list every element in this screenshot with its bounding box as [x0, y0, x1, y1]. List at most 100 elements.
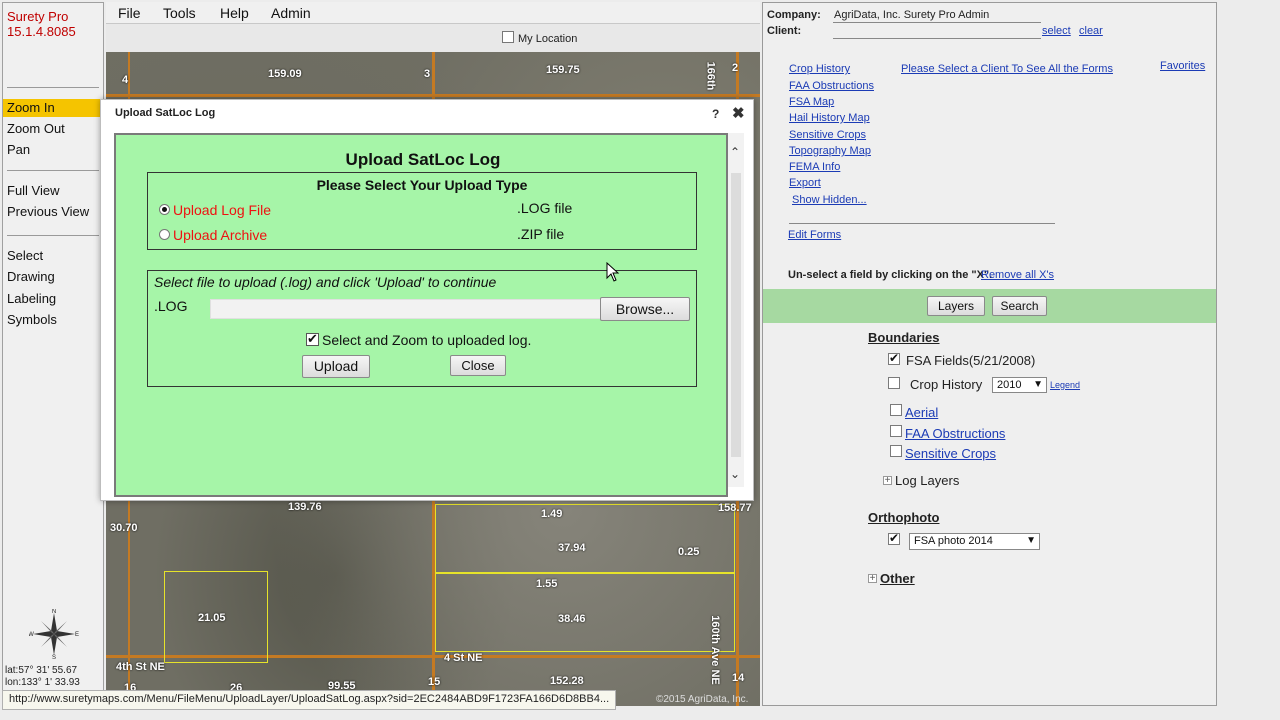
tool-labeling[interactable]: Labeling — [3, 290, 103, 308]
tool-previous-view[interactable]: Previous View — [3, 203, 103, 221]
compass-n: N — [52, 609, 56, 615]
street-label: 166th — [704, 61, 717, 91]
close-button[interactable]: Close — [450, 355, 506, 376]
zip-file-ext: .ZIP file — [517, 226, 565, 242]
crop-history-checkbox[interactable] — [888, 377, 900, 389]
file-path-input[interactable] — [210, 299, 602, 319]
tool-select[interactable]: Select — [3, 247, 103, 265]
app-version: 15.1.4.8085 — [7, 24, 76, 39]
faa-checkbox[interactable] — [890, 425, 902, 437]
expand-icon[interactable]: + — [868, 574, 877, 584]
report-topography[interactable]: Topography Map — [789, 145, 871, 157]
orthophoto-select[interactable]: FSA photo 2014 ▼ — [909, 533, 1040, 550]
upload-archive-radio[interactable] — [159, 229, 170, 240]
sensitive-crops-checkbox[interactable] — [890, 445, 902, 457]
tool-zoom-in[interactable]: Zoom In — [3, 99, 103, 117]
zoom-to-log-label: Select and Zoom to uploaded log. — [322, 332, 532, 348]
tool-pan[interactable]: Pan — [3, 141, 103, 159]
client-clear-link[interactable]: clear — [1079, 25, 1103, 37]
orthophoto-checkbox[interactable] — [888, 531, 900, 545]
right-panel: Company: AgriData, Inc. Surety Pro Admin… — [762, 2, 1217, 706]
menu-admin[interactable]: Admin — [271, 5, 311, 21]
report-export[interactable]: Export — [789, 177, 821, 189]
boundaries-heading[interactable]: Boundaries — [868, 330, 940, 345]
help-icon[interactable]: ? — [712, 107, 719, 121]
client-label: Client: — [767, 25, 802, 37]
tool-symbols[interactable]: Symbols — [3, 311, 103, 329]
map-label: 21.05 — [198, 612, 226, 624]
search-button[interactable]: Search — [992, 296, 1047, 316]
compass-s: S — [52, 655, 56, 659]
sensitive-crops-link[interactable]: Sensitive Crops — [905, 446, 996, 461]
other-heading[interactable]: Other — [880, 571, 915, 586]
chevron-down-icon: ▼ — [1026, 535, 1036, 546]
menu-help[interactable]: Help — [220, 5, 249, 21]
show-hidden-link[interactable]: Show Hidden... — [792, 194, 867, 206]
compass-e: E — [75, 632, 79, 638]
divider — [7, 87, 99, 88]
orthophoto-heading[interactable]: Orthophoto — [868, 510, 939, 525]
street-label: 4th St NE — [116, 661, 165, 673]
layers-button[interactable]: Layers — [927, 296, 985, 316]
map-label: 30.70 — [110, 522, 138, 534]
map-copyright: ©2015 AgriData, Inc. — [656, 694, 749, 705]
dialog-body: Upload SatLoc Log Please Select Your Upl… — [114, 133, 728, 497]
aerial-checkbox[interactable] — [890, 404, 902, 416]
zoom-to-log-checkbox[interactable] — [306, 331, 319, 347]
map-label: 139.76 — [288, 501, 322, 513]
unselect-instruction: Un-select a field by clicking on the "X"… — [788, 269, 993, 281]
map-label: 158.77 — [718, 502, 752, 514]
remove-all-x-link[interactable]: Remove all X's — [981, 269, 1054, 281]
report-hail-history[interactable]: Hail History Map — [789, 112, 870, 124]
menu-file[interactable]: File — [118, 5, 141, 21]
report-fema-info[interactable]: FEMA Info — [789, 161, 840, 173]
upload-archive-label[interactable]: Upload Archive — [173, 227, 267, 243]
scroll-up-icon[interactable]: ⌃ — [730, 145, 740, 159]
report-faa-obstructions[interactable]: FAA Obstructions — [789, 80, 874, 92]
company-value: AgriData, Inc. Surety Pro Admin — [834, 9, 990, 21]
street-label: 160th Ave NE — [708, 615, 721, 685]
fsa-fields-checkbox[interactable] — [888, 351, 900, 365]
menu-tools[interactable]: Tools — [163, 5, 196, 21]
map-label: 37.94 — [558, 542, 586, 554]
aerial-link[interactable]: Aerial — [905, 405, 938, 420]
legend-link[interactable]: Legend — [1050, 380, 1080, 390]
map-label: 1.55 — [536, 578, 558, 590]
scroll-down-icon[interactable]: ⌄ — [730, 467, 740, 481]
tool-full-view[interactable]: Full View — [3, 182, 103, 200]
report-crop-history[interactable]: Crop History — [789, 63, 850, 75]
log-file-ext: .LOG file — [517, 200, 573, 216]
tool-drawing[interactable]: Drawing — [3, 268, 103, 286]
upload-log-label[interactable]: Upload Log File — [173, 202, 271, 218]
location-bar: My Location — [106, 24, 760, 52]
orthophoto-value: FSA photo 2014 — [914, 535, 993, 547]
report-fsa-map[interactable]: FSA Map — [789, 96, 834, 108]
map-label: 38.46 — [558, 613, 586, 625]
dialog-scrollbar[interactable]: ⌃ ⌄ — [728, 133, 744, 487]
map-label: 1.49 — [541, 508, 563, 520]
tool-zoom-out[interactable]: Zoom Out — [3, 120, 103, 138]
compass-rose-icon: N S W E — [29, 609, 79, 659]
faa-link[interactable]: FAA Obstructions — [905, 426, 1005, 441]
favorites-link[interactable]: Favorites — [1160, 60, 1205, 72]
crop-year-select[interactable]: 2010 ▼ — [992, 377, 1047, 393]
upload-button[interactable]: Upload — [302, 355, 370, 378]
browse-button[interactable]: Browse... — [600, 297, 690, 321]
upload-log-radio[interactable] — [159, 204, 170, 215]
select-client-forms-link[interactable]: Please Select a Client To See All the Fo… — [901, 63, 1113, 75]
file-ext-label: .LOG — [154, 298, 188, 314]
report-sensitive-crops[interactable]: Sensitive Crops — [789, 129, 866, 141]
section-number: 14 — [732, 672, 745, 684]
my-location-checkbox[interactable] — [502, 31, 514, 43]
edit-forms-link[interactable]: Edit Forms — [788, 229, 841, 241]
upload-satloc-dialog: Upload SatLoc Log ? ✖ Upload SatLoc Log … — [100, 99, 754, 501]
expand-icon[interactable]: + — [883, 476, 892, 486]
client-select-link[interactable]: select — [1042, 25, 1071, 37]
log-layers-label[interactable]: Log Layers — [895, 473, 959, 488]
my-location-label: My Location — [518, 33, 578, 45]
scroll-thumb[interactable] — [731, 173, 741, 457]
company-underline — [833, 22, 1041, 23]
close-icon[interactable]: ✖ — [732, 104, 745, 122]
map-label: 159.09 — [268, 68, 302, 80]
divider — [789, 223, 1055, 224]
